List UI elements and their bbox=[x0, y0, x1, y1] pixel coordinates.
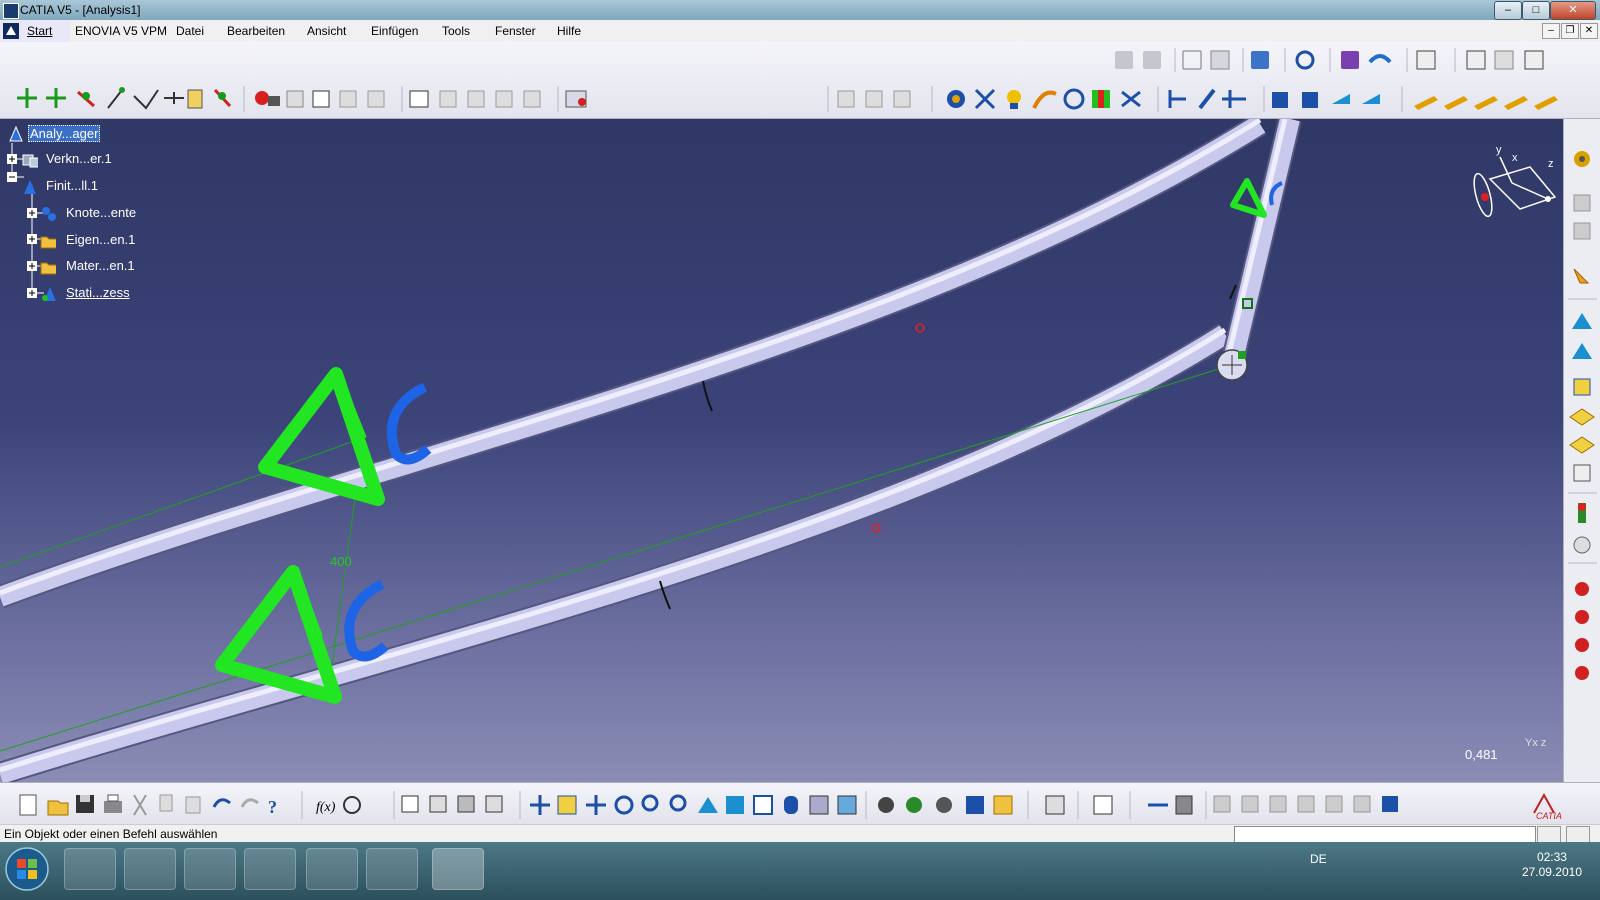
windows-start-orb[interactable] bbox=[4, 846, 50, 892]
analysis-manager-icon bbox=[9, 126, 23, 142]
taskbar-catia-icon[interactable] bbox=[432, 848, 484, 890]
compass-widget[interactable]: y x z bbox=[1460, 139, 1560, 229]
compass-y-label: y bbox=[1496, 144, 1502, 156]
menu-tools[interactable]: Tools bbox=[442, 24, 470, 38]
status-button[interactable] bbox=[1566, 826, 1590, 843]
taskbar-media-icon[interactable] bbox=[366, 848, 418, 890]
taskbar-app-icon[interactable] bbox=[184, 848, 236, 890]
compass-x-label: x bbox=[1512, 152, 1518, 164]
expand-toggle[interactable] bbox=[27, 234, 37, 244]
clock-time: 02:33 bbox=[1536, 850, 1567, 864]
zoom-readout: 0,481 bbox=[1465, 747, 1498, 762]
taskbar-app-icon[interactable] bbox=[124, 848, 176, 890]
model-geometry[interactable] bbox=[0, 119, 1563, 782]
right-toolbar bbox=[1563, 119, 1600, 782]
lower-toolbar-row bbox=[17, 86, 1558, 112]
svg-text:?: ? bbox=[268, 797, 277, 817]
menu-einfuegen[interactable]: Einfügen bbox=[371, 24, 418, 38]
windows-taskbar: DE 02:33 27.09.2010 bbox=[0, 842, 1600, 900]
window-title: CATIA V5 - [Analysis1] bbox=[20, 3, 141, 17]
links-manager-icon bbox=[22, 154, 38, 168]
tree-item-label: Mater...en.1 bbox=[66, 258, 135, 273]
dimension-label: 400 bbox=[330, 554, 352, 569]
taskbar-firefox-icon[interactable] bbox=[306, 848, 358, 890]
minimize-button[interactable]: – bbox=[1494, 1, 1522, 20]
tree-item-label: Knote...ente bbox=[66, 205, 137, 220]
toolbar-icons-lower[interactable] bbox=[17, 86, 1558, 112]
collapse-toggle[interactable] bbox=[7, 172, 17, 182]
right-toolbar-icons[interactable] bbox=[1564, 119, 1600, 782]
catia-app-icon bbox=[3, 3, 19, 19]
mdi-close-button[interactable]: ✕ bbox=[1580, 23, 1598, 39]
materials-folder-icon bbox=[40, 262, 56, 275]
menu-fenster[interactable]: Fenster bbox=[495, 24, 536, 38]
bottom-toolbar-icons[interactable]: ? f(x) CATIA bbox=[10, 791, 1600, 821]
tree-item-label: Finit...ll.1 bbox=[46, 178, 99, 193]
menu-ansicht[interactable]: Ansicht bbox=[307, 24, 346, 38]
mini-axis-label: Yx z bbox=[1525, 737, 1547, 749]
menu-enovia[interactable]: ENOVIA V5 VPM bbox=[75, 24, 167, 38]
clock-date: 27.09.2010 bbox=[1521, 865, 1582, 879]
top-toolbars bbox=[0, 42, 1600, 119]
language-indicator[interactable]: DE bbox=[1310, 852, 1327, 866]
mdi-minimize-button[interactable]: – bbox=[1542, 23, 1560, 39]
system-tray-icons[interactable] bbox=[1340, 852, 1480, 868]
expand-toggle[interactable] bbox=[27, 288, 37, 298]
status-message: Ein Objekt oder einen Befehl auswählen bbox=[4, 827, 218, 841]
upper-toolbar-row bbox=[1115, 48, 1544, 72]
svg-text:CATIA: CATIA bbox=[1536, 811, 1562, 821]
compass-z-label: z bbox=[1548, 158, 1554, 170]
window-titlebar: CATIA V5 - [Analysis1] – □ ✕ bbox=[0, 0, 1600, 20]
bottom-toolbar: ? f(x) CATIA bbox=[0, 782, 1600, 825]
maximize-button[interactable]: □ bbox=[1522, 1, 1550, 20]
tree-item-label: Verkn...er.1 bbox=[46, 151, 112, 166]
svg-text:f(x): f(x) bbox=[316, 800, 336, 815]
tree-item-label: Eigen...en.1 bbox=[66, 232, 136, 247]
tree-item-label: Analy...ager bbox=[28, 125, 101, 142]
statusbar: Ein Objekt oder einen Befehl auswählen bbox=[0, 824, 1600, 845]
menu-start[interactable]: Start bbox=[27, 24, 52, 38]
mdi-restore-button[interactable]: ❐ bbox=[1561, 23, 1579, 39]
menu-datei[interactable]: Datei bbox=[176, 24, 204, 38]
catia-logo-icon bbox=[3, 23, 19, 39]
menubar: Start ENOVIA V5 VPM Datei Bearbeiten Ans… bbox=[0, 20, 1600, 43]
menu-hilfe[interactable]: Hilfe bbox=[557, 24, 581, 38]
close-button[interactable]: ✕ bbox=[1550, 1, 1596, 20]
taskbar-ie-icon[interactable] bbox=[244, 848, 296, 890]
status-button[interactable] bbox=[1537, 826, 1561, 843]
expand-toggle[interactable] bbox=[27, 208, 37, 218]
static-case-icon bbox=[42, 287, 56, 301]
menu-bearbeiten[interactable]: Bearbeiten bbox=[227, 24, 285, 38]
taskbar-explorer-icon[interactable] bbox=[64, 848, 116, 890]
nodes-elements-icon bbox=[42, 207, 56, 221]
tree-item-label: Stati...zess bbox=[66, 285, 130, 300]
3d-viewport[interactable]: 400 y x z 0,481 Yx z Analy...ager Verkn.… bbox=[0, 119, 1563, 782]
properties-folder-icon bbox=[40, 236, 56, 249]
expand-toggle[interactable] bbox=[27, 261, 37, 271]
finite-element-model-icon bbox=[24, 180, 36, 194]
expand-toggle[interactable] bbox=[7, 154, 17, 164]
toolbar-icons-upper[interactable] bbox=[1115, 48, 1544, 72]
system-clock[interactable]: 02:33 27.09.2010 bbox=[1522, 850, 1582, 880]
